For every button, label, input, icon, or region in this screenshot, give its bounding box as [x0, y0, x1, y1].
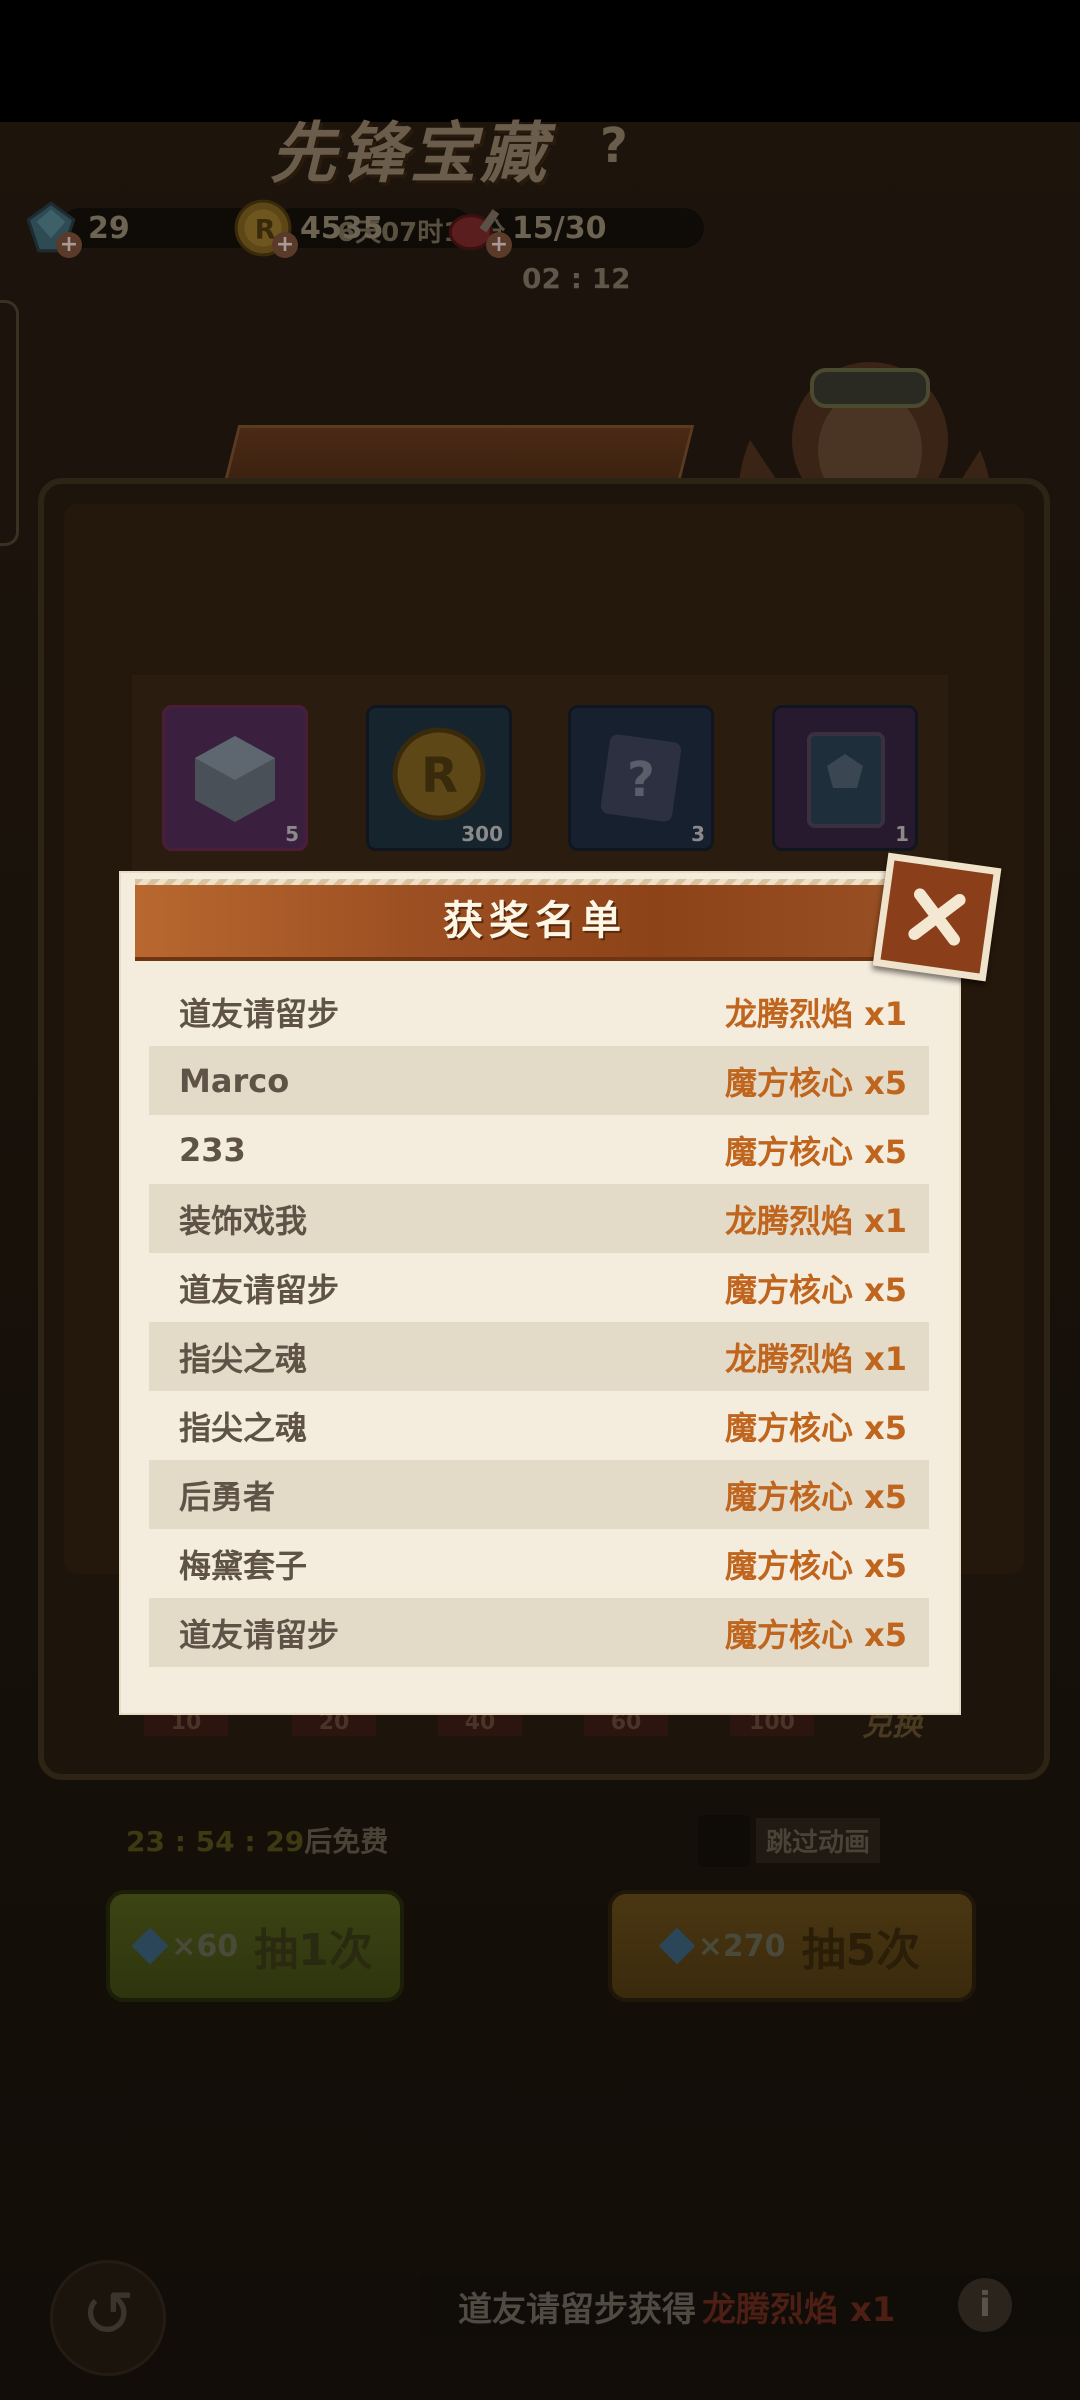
cube-core-icon [195, 736, 275, 822]
stamina-counter[interactable]: + 15/30 [444, 200, 704, 258]
draw-five-button[interactable]: ×270 抽5次 [608, 1890, 976, 2002]
reward-item[interactable]: ? 3 [568, 705, 714, 851]
winner-row: 指尖之魂 魔方核心 x5 [149, 1391, 929, 1460]
winner-prize: 魔方核心 x5 [724, 1132, 907, 1171]
winner-row: 233 魔方核心 x5 [149, 1115, 929, 1184]
reward-item[interactable]: R 300 [366, 705, 512, 851]
dialog-header: 获奖名单 [135, 885, 935, 961]
milestone-label: 100 [730, 1710, 814, 1736]
winner-row: 道友请留步 魔方核心 x5 [149, 1598, 929, 1667]
dialog-title: 获奖名单 [443, 898, 627, 944]
winner-name: 道友请留步 [179, 1615, 340, 1654]
winner-row: Marco 魔方核心 x5 [149, 1046, 929, 1115]
banner-title: 先锋宝藏 [270, 115, 550, 192]
winner-prize: 魔方核心 x5 [724, 1063, 907, 1102]
reward-item[interactable]: 1 [772, 705, 918, 851]
add-diamond-icon[interactable]: + [56, 232, 82, 258]
winner-name: 道友请留步 [179, 1270, 340, 1309]
winner-name: 后勇者 [179, 1477, 276, 1516]
skip-animation-checkbox[interactable] [698, 1815, 750, 1867]
diamond-value: 29 [88, 210, 130, 246]
winner-row: 指尖之魂 龙腾烈焰 x1 [149, 1322, 929, 1391]
svg-text:R: R [421, 748, 458, 804]
stamina-value: 15/30 [512, 210, 607, 246]
winner-name: 装饰戏我 [179, 1201, 308, 1240]
winner-row: 道友请留步 魔方核心 x5 [149, 1253, 929, 1322]
winner-name: 233 [179, 1130, 246, 1169]
ticker-text: 道友请留步获得 龙腾烈焰 x1 [458, 2290, 896, 2330]
help-icon[interactable]: ? [600, 118, 628, 174]
diamond-icon [658, 1927, 696, 1965]
svg-text:?: ? [627, 752, 655, 808]
milestone-label: 20 [292, 1710, 376, 1736]
emblem-book-icon [807, 732, 885, 828]
winner-name: 指尖之魂 [179, 1339, 308, 1378]
winner-prize: 魔方核心 x5 [724, 1270, 907, 1309]
coin-value: 4535 [300, 210, 384, 246]
winner-prize: 魔方核心 x5 [724, 1408, 907, 1447]
free-draw-timer: 23 : 54 : 29后免费 [126, 1825, 389, 1858]
winner-row: 装饰戏我 龙腾烈焰 x1 [149, 1184, 929, 1253]
stamina-timer: 02 : 12 [522, 262, 631, 295]
winner-prize: 龙腾烈焰 x1 [724, 1339, 907, 1378]
winner-name: Marco [179, 1061, 290, 1100]
mystery-box-icon: ? [600, 734, 682, 822]
winner-prize: 龙腾烈焰 x1 [724, 994, 907, 1033]
winner-row: 梅黛套子 魔方核心 x5 [149, 1529, 929, 1598]
draw-once-button[interactable]: ×60 抽1次 [106, 1890, 404, 2002]
winner-name: 指尖之魂 [179, 1408, 308, 1447]
add-stamina-icon[interactable]: + [486, 232, 512, 258]
back-arrow-icon[interactable]: ↺ [50, 2260, 166, 2376]
close-button[interactable] [872, 852, 1002, 982]
winner-name: 梅黛套子 [179, 1546, 308, 1585]
diamond-icon [131, 1927, 169, 1965]
milestone-label: 10 [144, 1710, 228, 1736]
diamond-counter[interactable]: + 29 [20, 200, 260, 258]
info-icon[interactable]: i [958, 2278, 1012, 2332]
winner-prize: 魔方核心 x5 [724, 1546, 907, 1585]
reward-item[interactable]: 5 [162, 705, 308, 851]
add-coin-icon[interactable]: + [272, 232, 298, 258]
winner-list: 道友请留步 龙腾烈焰 x1 Marco 魔方核心 x5 233 魔方核心 x5 装饰戏我 龙腾… [149, 977, 929, 1667]
winner-prize: 龙腾烈焰 x1 [724, 1201, 907, 1240]
milestone-label: 60 [584, 1710, 668, 1736]
winner-prize: 魔方核心 x5 [724, 1615, 907, 1654]
milestone-label: 40 [438, 1710, 522, 1736]
winner-name: 道友请留步 [179, 994, 340, 1033]
skip-animation-label: 跳过动画 [756, 1818, 881, 1863]
reward-preview-row: 5 R 300 ? 3 1 [132, 675, 948, 875]
close-icon [908, 888, 966, 946]
winner-list-dialog: 获奖名单 道友请留步 龙腾烈焰 x1 Marco 魔方核心 x5 233 魔方核心 x5 装… [121, 873, 959, 1713]
winner-row: 后勇者 魔方核心 x5 [149, 1460, 929, 1529]
winner-prize: 魔方核心 x5 [724, 1477, 907, 1516]
winner-row: 道友请留步 龙腾烈焰 x1 [149, 977, 929, 1046]
